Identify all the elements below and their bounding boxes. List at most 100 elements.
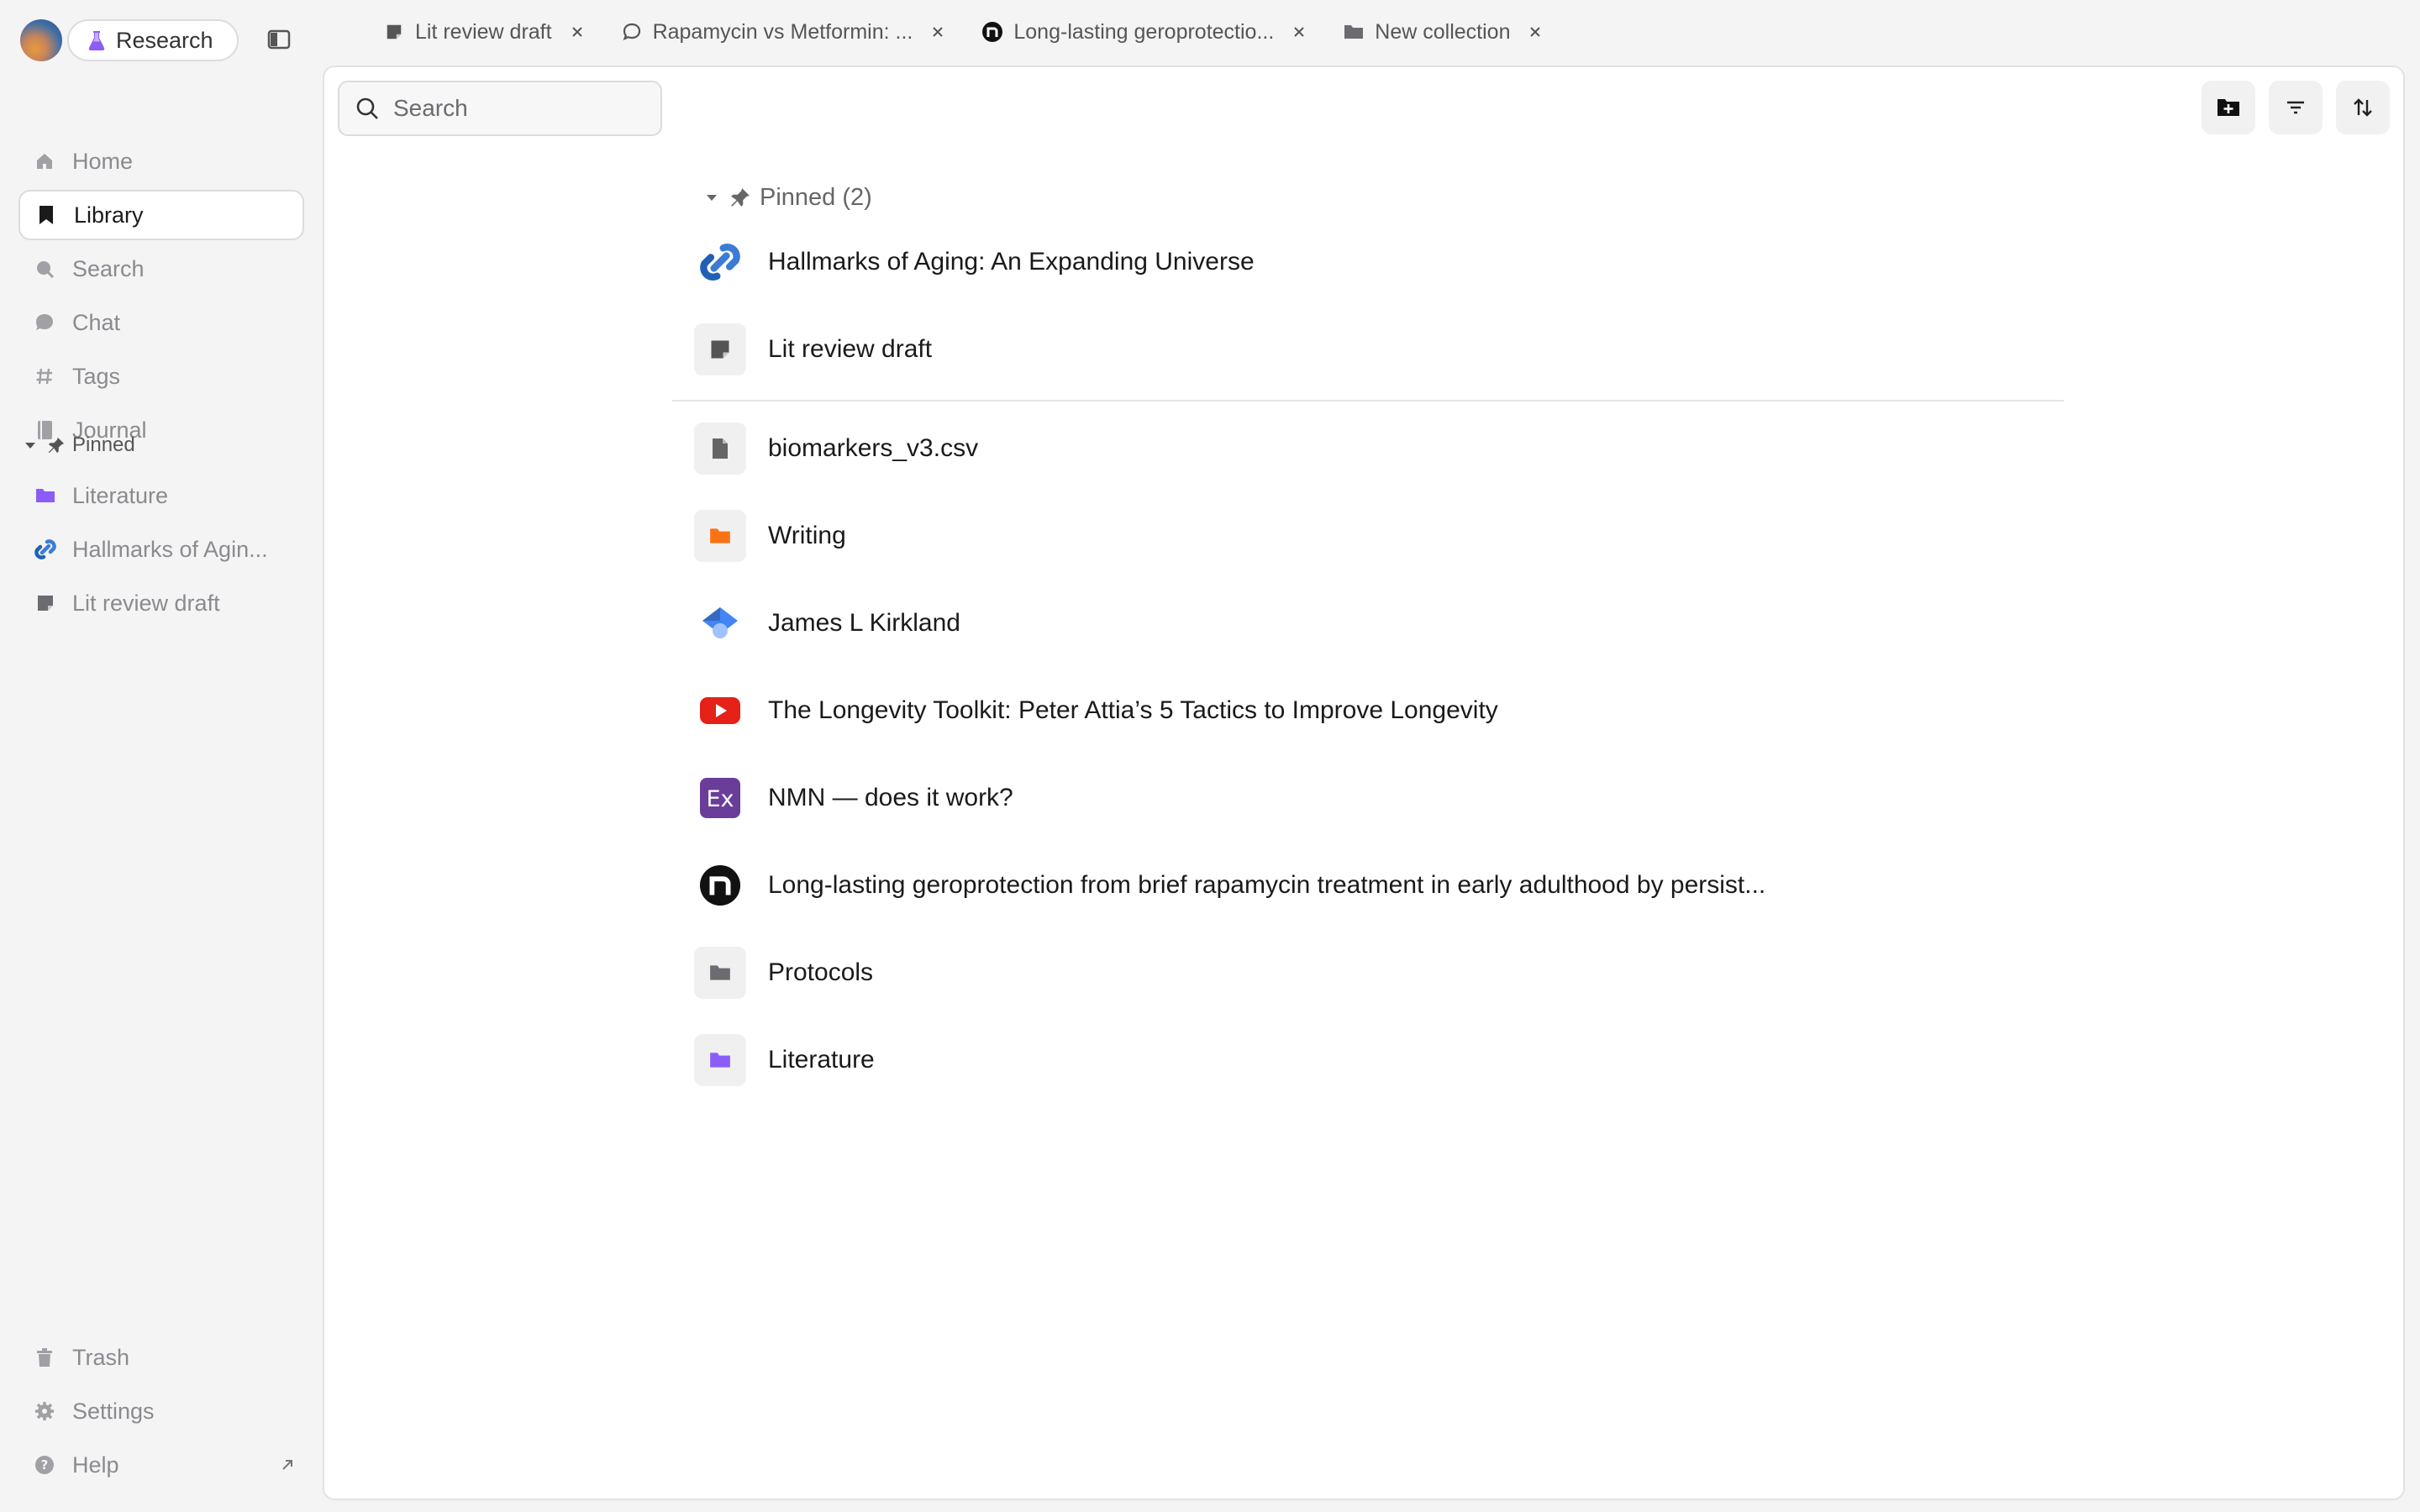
close-icon[interactable]: [571, 25, 584, 39]
new-folder-button[interactable]: [2202, 81, 2255, 134]
n-logo-icon: [981, 21, 1003, 43]
pinned-item-label: Hallmarks of Agin...: [72, 536, 268, 562]
folder-icon: [34, 484, 57, 507]
hash-icon: [34, 365, 55, 387]
file-icon: [694, 423, 746, 475]
external-link-icon: [282, 1460, 292, 1470]
gear-icon: [34, 1400, 55, 1422]
svg-text:Ex: Ex: [706, 786, 734, 812]
note-icon: [34, 591, 57, 615]
pin-icon: [731, 188, 750, 207]
avatar[interactable]: [20, 19, 62, 61]
sidebar-toggle-icon[interactable]: [267, 29, 291, 50]
filter-icon: [2287, 101, 2304, 114]
link-icon: [34, 538, 57, 561]
list-item[interactable]: biomarkers_v3.csv: [672, 405, 2064, 492]
list-item-label: James L Kirkland: [768, 609, 960, 637]
tab-label: Rapamycin vs Metformin: ...: [652, 19, 913, 44]
ex-logo-icon: Ex: [694, 772, 746, 824]
list-item-label: NMN — does it work?: [768, 784, 1013, 811]
nav-item-label: Trash: [72, 1344, 130, 1370]
filter-button[interactable]: [2269, 81, 2323, 134]
nav-item-chat[interactable]: Chat: [18, 297, 304, 348]
close-icon[interactable]: [1528, 25, 1542, 39]
pinned-group-header[interactable]: Pinned (2): [672, 176, 2064, 218]
chat-icon: [34, 312, 55, 333]
sort-button[interactable]: [2336, 81, 2390, 134]
list-item[interactable]: Lit review draft: [672, 306, 2064, 393]
sidebar: Research Home Library Search Chat Tags J…: [0, 0, 323, 1512]
pin-icon: [48, 437, 65, 454]
search-icon: [34, 258, 55, 280]
bottom-nav: Trash Settings ? Help: [18, 1332, 304, 1494]
pinned-section-header[interactable]: Pinned: [22, 430, 135, 460]
main-nav: Home Library Search Chat Tags Journal: [18, 136, 304, 459]
close-icon[interactable]: [1292, 25, 1306, 39]
nav-item-search[interactable]: Search: [18, 244, 304, 294]
nav-item-settings[interactable]: Settings: [18, 1386, 304, 1436]
tab-label: Lit review draft: [415, 19, 552, 44]
pinned-item-label: Literature: [72, 482, 169, 508]
help-icon: ?: [34, 1454, 55, 1476]
folder-icon: [694, 947, 746, 999]
n-logo-icon: [694, 859, 746, 911]
tab-lit-review-draft[interactable]: Lit review draft: [383, 20, 584, 45]
workspace-switcher: Research: [20, 18, 239, 62]
pinned-section-title: Pinned: [72, 433, 135, 456]
list-item[interactable]: Writing: [672, 492, 2064, 580]
nav-item-help[interactable]: ? Help: [18, 1440, 304, 1490]
list-item[interactable]: Hallmarks of Aging: An Expanding Univers…: [672, 218, 2064, 306]
chevron-down-icon: [707, 195, 717, 201]
nav-item-label: Help: [72, 1452, 119, 1478]
note-icon: [694, 323, 746, 375]
pinned-item-lit-review[interactable]: Lit review draft: [34, 576, 302, 630]
svg-text:?: ?: [41, 1457, 49, 1473]
pinned-group-title: Pinned (2): [760, 183, 872, 211]
nav-item-home[interactable]: Home: [18, 136, 304, 186]
list-item[interactable]: James L Kirkland: [672, 580, 2064, 667]
nav-item-tags[interactable]: Tags: [18, 351, 304, 402]
list-item[interactable]: Long-lasting geroprotection from brief r…: [672, 842, 2064, 929]
list-item-label: Protocols: [768, 958, 874, 986]
list-item[interactable]: The Longevity Toolkit: Peter Attia’s 5 T…: [672, 667, 2064, 754]
home-icon: [34, 150, 55, 172]
workspace-button[interactable]: Research: [67, 19, 239, 61]
nav-item-label: Settings: [72, 1398, 155, 1424]
tab-label: New collection: [1375, 19, 1511, 44]
tab-label: Long-lasting geroprotectio...: [1013, 19, 1275, 44]
pinned-item-hallmarks[interactable]: Hallmarks of Agin...: [34, 522, 302, 576]
search-input[interactable]: [393, 95, 645, 122]
list-item-label: biomarkers_v3.csv: [768, 434, 979, 462]
nav-item-label: Home: [72, 148, 134, 174]
tab-bar: Lit review draft Rapamycin vs Metformin:…: [383, 10, 1579, 54]
trash-icon: [34, 1347, 55, 1368]
flask-icon: [88, 31, 105, 51]
library-toolbar: [2188, 81, 2390, 134]
sort-icon: [2354, 98, 2372, 117]
list-item-label: Lit review draft: [768, 335, 933, 363]
list-item-label: The Longevity Toolkit: Peter Attia’s 5 T…: [768, 696, 1498, 724]
library-list: Pinned (2) Hallmarks of Aging: An Expand…: [672, 176, 2064, 1104]
youtube-icon: [694, 685, 746, 737]
list-item-label: Writing: [768, 522, 846, 549]
list-item[interactable]: Ex NMN — does it work?: [672, 754, 2064, 842]
nav-item-label: Library: [74, 202, 144, 228]
pinned-item-literature[interactable]: Literature: [34, 469, 302, 522]
close-icon[interactable]: [931, 25, 944, 39]
nav-item-label: Chat: [72, 309, 121, 335]
list-item[interactable]: Protocols: [672, 929, 2064, 1016]
tab-rapamycin-vs-metformin[interactable]: Rapamycin vs Metformin: ...: [621, 20, 945, 45]
tab-long-lasting-geroprotection[interactable]: Long-lasting geroprotectio...: [981, 20, 1306, 45]
list-item[interactable]: Literature: [672, 1016, 2064, 1104]
library-search[interactable]: [338, 81, 662, 136]
nav-item-trash[interactable]: Trash: [18, 1332, 304, 1383]
nav-item-library[interactable]: Library: [18, 190, 304, 240]
folder-plus-icon: [2217, 99, 2239, 116]
list-item-label: Hallmarks of Aging: An Expanding Univers…: [768, 248, 1255, 276]
tab-new-collection[interactable]: New collection: [1343, 20, 1542, 45]
search-icon: [356, 97, 378, 119]
nav-item-label: Search: [72, 255, 145, 281]
folder-icon: [694, 510, 746, 562]
nav-item-label: Tags: [72, 363, 121, 389]
folder-icon: [694, 1034, 746, 1086]
